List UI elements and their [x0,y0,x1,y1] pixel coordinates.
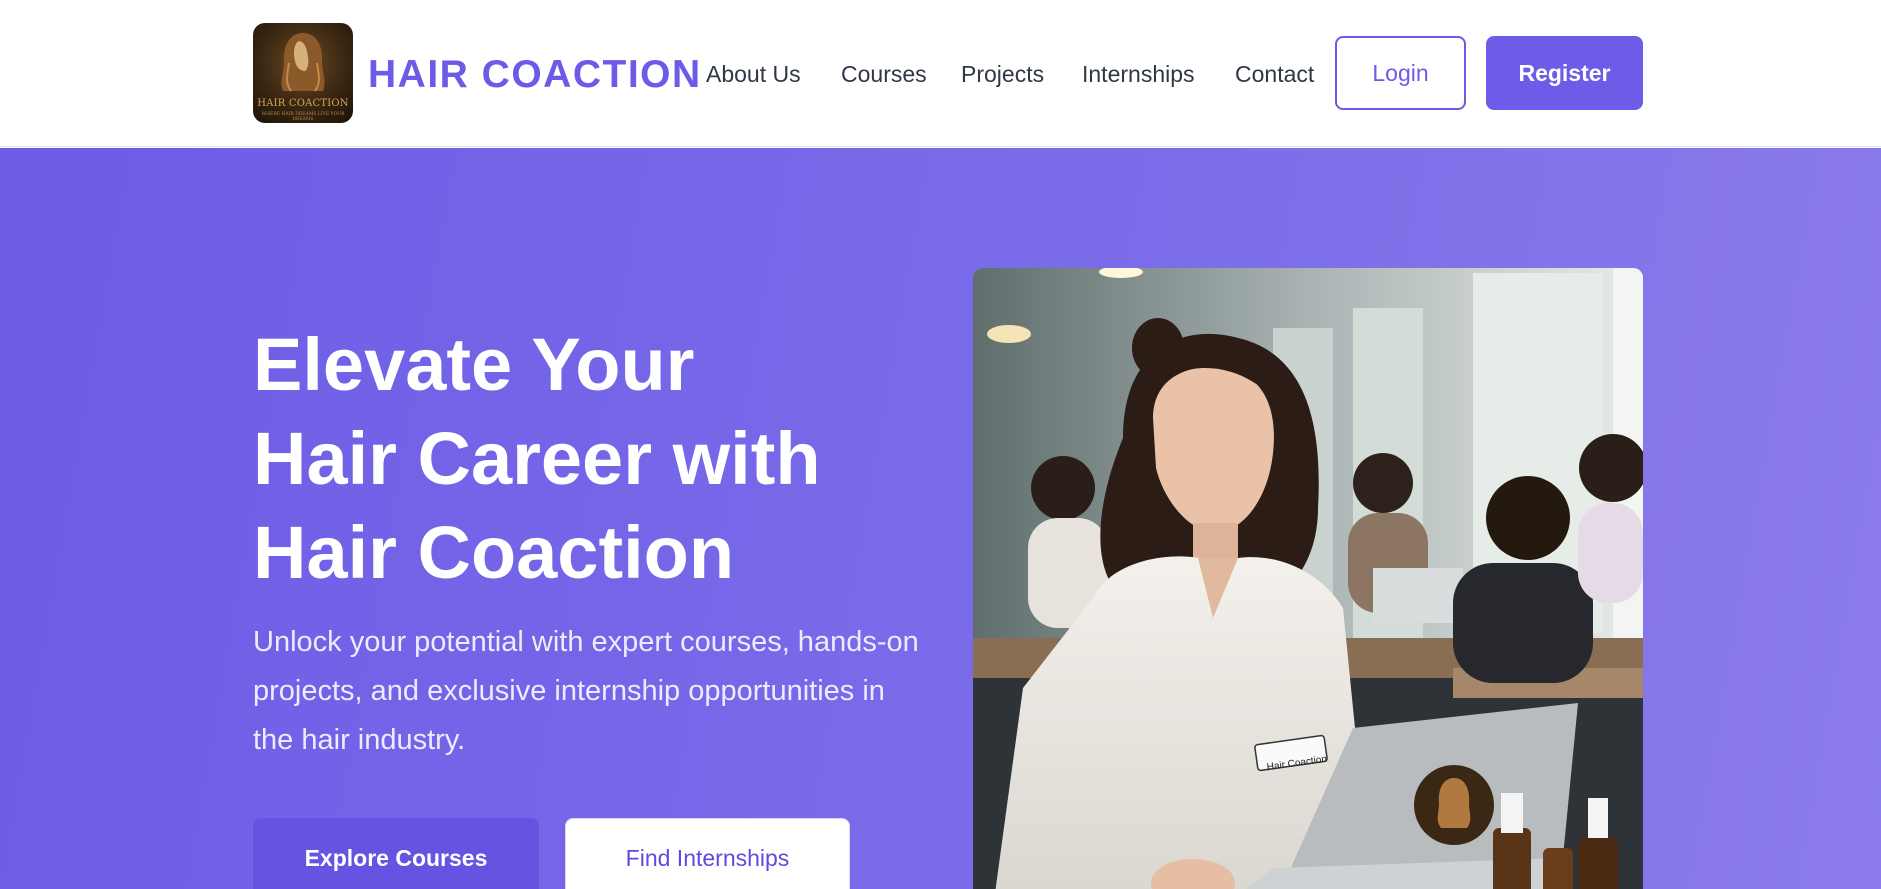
find-internships-button[interactable]: Find Internships [565,818,850,889]
brand-name[interactable]: HAIR COACTION [368,50,702,100]
register-button[interactable]: Register [1486,36,1643,110]
explore-courses-button[interactable]: Explore Courses [253,818,539,889]
nav-projects[interactable]: Projects [961,58,1044,90]
hero-title-line: Hair Career with [253,417,821,500]
login-button[interactable]: Login [1335,36,1466,110]
nav-contact[interactable]: Contact [1235,58,1314,90]
nav-about-us[interactable]: About Us [706,58,801,90]
hero-subtitle: Unlock your potential with expert course… [253,626,919,756]
nav-courses[interactable]: Courses [841,58,927,90]
hero-title-line: Elevate Your [253,323,695,406]
logo-line1: HAIR COACTION [257,98,349,109]
hero-section: Elevate Your Hair Career with Hair Coact… [0,148,1881,889]
hero-title: Elevate Your Hair Career with Hair Coact… [253,318,873,600]
hero-image [973,268,1643,889]
nav-internships[interactable]: Internships [1082,58,1195,90]
student-studying-on-laptop-photo [973,268,1643,889]
hero-title-line: Hair Coaction [253,511,735,594]
logo[interactable]: HAIR COACTION WHERE HAIR DREAMS LIVE YOU… [253,23,353,123]
site-header: HAIR COACTION WHERE HAIR DREAMS LIVE YOU… [0,0,1881,147]
logo-line2: WHERE HAIR DREAMS LIVE YOUR DREAMS [261,112,345,122]
